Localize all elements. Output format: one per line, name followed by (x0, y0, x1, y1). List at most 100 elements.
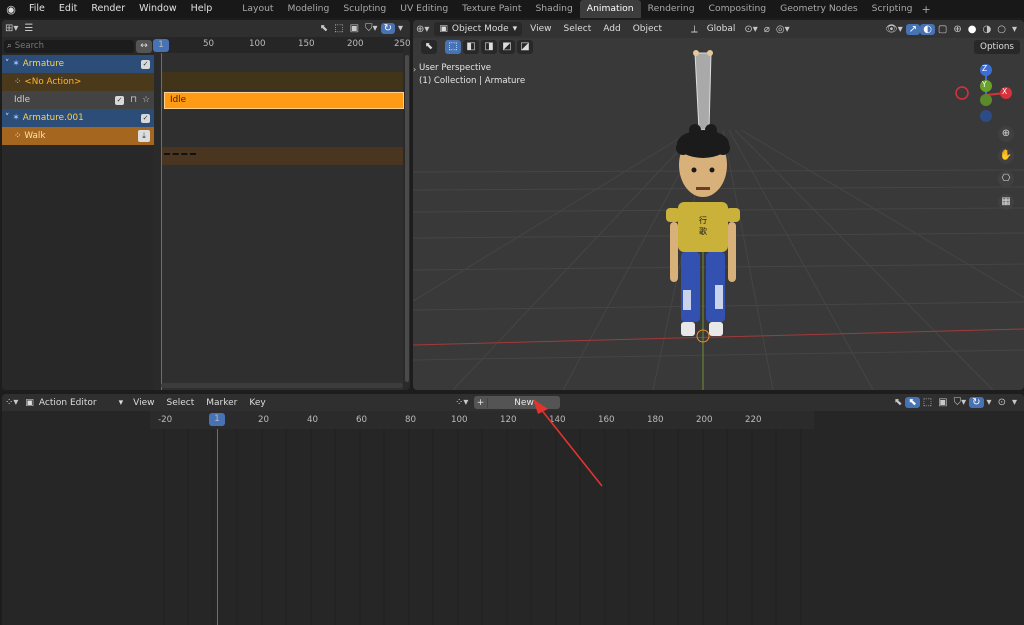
vertical-scrollbar[interactable] (405, 55, 409, 382)
select-tool-icon[interactable]: ⬉ (421, 40, 437, 54)
gizmo-x-label[interactable]: X (1002, 87, 1007, 96)
shading-dropdown-icon[interactable]: ▾ (1009, 24, 1020, 35)
proportional-dropdown-icon[interactable]: ▾ (1009, 397, 1020, 408)
tab-scripting[interactable]: Scripting (865, 0, 920, 18)
filter-icon[interactable]: ⛉▾ (362, 23, 381, 34)
zoom-icon[interactable]: ⊕ (998, 126, 1014, 142)
proportional-icon[interactable]: ⊙ (995, 397, 1009, 408)
idle-strip[interactable]: Idle (164, 92, 404, 109)
swap-arrows-icon[interactable]: ↔ (136, 39, 152, 53)
filter-icon[interactable]: ⛉▾ (951, 397, 970, 408)
new-action-button[interactable]: + New (474, 396, 560, 409)
proportional-edit-icon[interactable]: ◎▾ (773, 24, 793, 35)
snap-icon[interactable]: ⌀ (761, 24, 773, 35)
track-armature-001[interactable]: ˅ ✶ Armature.001 ✓ (2, 109, 154, 127)
tab-geometry-nodes[interactable]: Geometry Nodes (773, 0, 865, 18)
action-keyframe-area[interactable] (150, 429, 814, 625)
pivot-icon[interactable]: ⊙▾ (741, 24, 760, 35)
wireframe-shading-icon[interactable]: ⊕ (950, 24, 964, 35)
select-invert-icon[interactable]: ◩ (499, 40, 515, 54)
only-selected-icon[interactable]: ⬉ (891, 397, 905, 408)
menu-help[interactable]: Help (184, 0, 220, 18)
editor-mode-dropdown[interactable]: ▣ Action Editor ▾ (21, 396, 127, 409)
select-new-icon[interactable]: ⬚ (445, 40, 461, 54)
menu-key[interactable]: Key (243, 398, 271, 408)
grid-perspective-icon[interactable]: ▦ (998, 194, 1014, 210)
select-intersect-icon[interactable]: ◪ (517, 40, 533, 54)
menu-select[interactable]: Select (558, 24, 598, 34)
snap-icon[interactable]: ↻ (380, 23, 395, 34)
blender-logo-icon[interactable]: ◉ (0, 0, 22, 18)
add-workspace-icon[interactable]: + (922, 3, 931, 16)
menu-marker[interactable]: Marker (200, 398, 243, 408)
track-idle[interactable]: Idle ✓ ⊓ ☆ (2, 91, 154, 109)
overlay-toggle-icon[interactable]: ◐ (920, 23, 935, 35)
tab-layout[interactable]: Layout (235, 0, 280, 18)
gizmo-toggle-icon[interactable]: ↗ (905, 23, 921, 35)
solid-shading-icon[interactable]: ● (965, 24, 980, 35)
editor-type-icon[interactable]: ⊞▾ (2, 23, 21, 34)
track-armature[interactable]: ˅ ✶ Armature ✓ (2, 55, 154, 73)
current-frame-badge[interactable]: 1 (209, 413, 225, 426)
3d-viewport[interactable]: Z Y X 行 歌 ⊕▾ ▣ Object Mode ▾ View Select… (413, 20, 1024, 390)
menu-edit[interactable]: Edit (52, 0, 84, 18)
box-select-icon[interactable]: ⬚ (920, 397, 935, 408)
chevron-down-icon[interactable]: ˅ (2, 59, 12, 69)
current-frame-badge[interactable]: 1 (153, 39, 169, 52)
snap-dropdown-icon[interactable]: ▾ (395, 23, 406, 34)
xray-icon[interactable]: ▢ (935, 24, 950, 35)
editor-type-icon[interactable]: ⊕▾ (413, 24, 432, 35)
push-down-icon[interactable]: ⤓ (138, 130, 150, 142)
select-cursor-icon[interactable]: ⬉ (317, 23, 331, 34)
tab-uv-editing[interactable]: UV Editing (393, 0, 455, 18)
box-select-icon[interactable]: ⬚ (331, 23, 346, 34)
gizmo-y-label[interactable]: Y (982, 80, 987, 89)
search-input[interactable]: ⌕ Search (4, 39, 134, 53)
nla-strip-area[interactable]: 1 50 100 150 200 250 Idle (153, 37, 410, 390)
track-no-action[interactable]: ⁘ <No Action> (2, 73, 154, 91)
side-panel-toggle-icon[interactable]: › (413, 65, 416, 74)
menu-window[interactable]: Window (132, 0, 183, 18)
tab-rendering[interactable]: Rendering (641, 0, 702, 18)
checkbox-icon[interactable]: ✓ (141, 113, 150, 123)
action-browse-icon[interactable]: ⁘▾ (452, 397, 471, 408)
scrollbar[interactable] (161, 383, 403, 388)
action-channel-list[interactable] (2, 411, 150, 625)
menu-file[interactable]: File (22, 0, 52, 18)
checkbox-icon[interactable]: ✓ (141, 59, 150, 69)
select-extend-icon[interactable]: ◧ (463, 40, 479, 54)
options-button[interactable]: Options (974, 40, 1020, 54)
walk-keyframes[interactable] (164, 153, 196, 157)
nla-timeline-ruler[interactable]: 1 50 100 150 200 250 (153, 37, 410, 53)
menu-select[interactable]: Select (161, 398, 201, 408)
orientation-dropdown[interactable]: Global (701, 24, 742, 34)
track-walk[interactable]: ⁘ Walk ⤓ (2, 127, 154, 145)
object-mode-dropdown[interactable]: ▣ Object Mode ▾ (434, 22, 523, 36)
frame-all-icon[interactable]: ▣ (935, 397, 950, 408)
action-timeline-ruler[interactable]: -20 1 20 40 60 80 100 120 140 160 180 20… (150, 411, 814, 429)
tab-sculpting[interactable]: Sculpting (336, 0, 393, 18)
rendered-shading-icon[interactable]: ○ (994, 24, 1009, 35)
menu-add[interactable]: Add (597, 24, 626, 34)
lock-icon[interactable]: ⊓ (130, 95, 137, 105)
snap-icon[interactable]: ↻ (969, 397, 984, 408)
select-subtract-icon[interactable]: ◨ (481, 40, 497, 54)
editor-type-icon[interactable]: ⁘▾ (2, 397, 21, 408)
menu-render[interactable]: Render (84, 0, 132, 18)
menu-view[interactable]: View (524, 24, 557, 34)
tab-modeling[interactable]: Modeling (281, 0, 337, 18)
tab-shading[interactable]: Shading (528, 0, 579, 18)
tab-compositing[interactable]: Compositing (702, 0, 774, 18)
hamburger-menu-icon[interactable]: ☰ (21, 23, 36, 34)
chevron-down-icon[interactable]: ˅ (2, 113, 12, 123)
material-shading-icon[interactable]: ◑ (980, 24, 995, 35)
checkbox-icon[interactable]: ✓ (115, 95, 124, 105)
camera-icon[interactable]: ⎔ (998, 171, 1014, 187)
visibility-icon[interactable]: 👁▾ (882, 24, 906, 35)
gizmo-z-label[interactable]: Z (982, 64, 987, 73)
menu-view[interactable]: View (127, 398, 160, 408)
pan-hand-icon[interactable]: ✋ (998, 148, 1014, 164)
star-icon[interactable]: ☆ (142, 95, 150, 105)
menu-object[interactable]: Object (627, 24, 668, 34)
transform-orientation-icon[interactable]: ⟂ (688, 24, 701, 35)
